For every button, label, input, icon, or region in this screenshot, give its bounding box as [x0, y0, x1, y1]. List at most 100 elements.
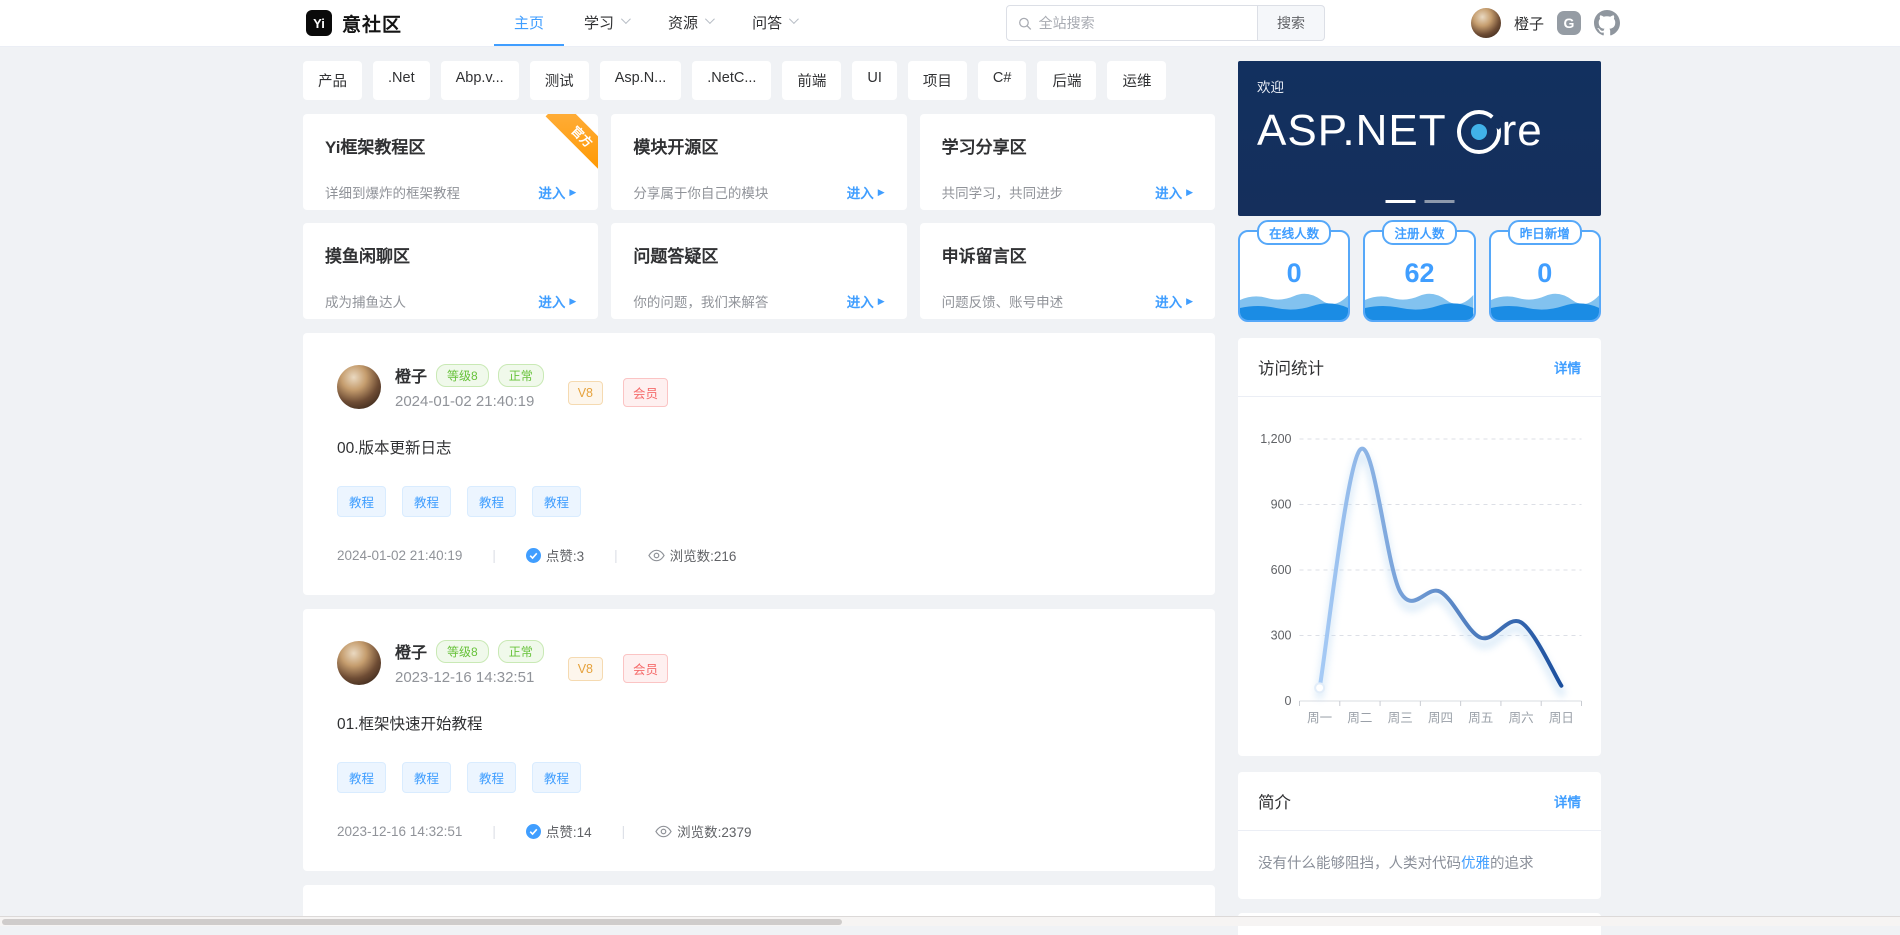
post-tag[interactable]: 教程 — [532, 486, 581, 517]
zone-enter-link[interactable]: 进入 ▶ — [847, 182, 885, 202]
intro-text-highlight[interactable]: 优雅 — [1461, 856, 1490, 872]
svg-text:周六: 周六 — [1509, 711, 1534, 725]
tag-chip[interactable]: 项目 — [908, 61, 967, 100]
nav-item-3[interactable]: 问答 — [732, 0, 816, 46]
zone-enter-link[interactable]: 进入 ▶ — [538, 291, 576, 311]
zone-title: 申诉留言区 — [942, 242, 1193, 267]
visit-stats-detail-link[interactable]: 详情 — [1554, 357, 1581, 377]
search-box[interactable] — [1006, 5, 1258, 41]
top-navbar: Yi 意社区 主页 学习 资源 问答 搜索 橙子 G — [0, 0, 1900, 47]
tag-chip[interactable]: 运维 — [1107, 61, 1166, 100]
svg-text:300: 300 — [1271, 629, 1292, 643]
svg-text:周二: 周二 — [1347, 711, 1372, 725]
tag-chip[interactable]: Abp.v... — [441, 61, 519, 100]
visit-stats-header: 访问统计 详情 — [1238, 338, 1601, 397]
tag-chip[interactable]: .NetC... — [692, 61, 771, 100]
intro-text-before: 没有什么能够阻挡，人类对代码 — [1258, 856, 1461, 872]
nav-item-1[interactable]: 学习 — [564, 0, 648, 46]
tag-chip[interactable]: C# — [978, 61, 1027, 100]
member-badge: 会员 — [623, 378, 668, 407]
post-tag[interactable]: 教程 — [467, 486, 516, 517]
banner-title-prefix: ASP.NET — [1257, 106, 1447, 156]
zone-title: 学习分享区 — [942, 133, 1193, 158]
github-icon[interactable] — [1594, 10, 1620, 36]
nav-item-2[interactable]: 资源 — [648, 0, 732, 46]
post-views: 浏览数:2379 — [677, 821, 751, 841]
zone-card[interactable]: 模块开源区 分享属于你自己的模块 进入 ▶ — [611, 114, 906, 210]
horizontal-scrollbar-thumb[interactable] — [2, 919, 842, 925]
tag-chip[interactable]: 后端 — [1037, 61, 1096, 100]
tag-chip[interactable]: Asp.N... — [600, 61, 682, 100]
zone-enter-label: 进入 — [538, 291, 565, 311]
carousel-dot-1[interactable] — [1385, 200, 1415, 203]
nav-item-0[interactable]: 主页 — [494, 0, 564, 46]
post-title[interactable]: 01.框架快速开始教程 — [337, 712, 1181, 734]
post-tag[interactable]: 教程 — [402, 486, 451, 517]
tag-chip[interactable]: 产品 — [303, 61, 362, 100]
zone-card[interactable]: 申诉留言区 问题反馈、账号申述 进入 ▶ — [920, 223, 1215, 319]
user-avatar[interactable] — [1471, 8, 1501, 38]
post-author-avatar[interactable] — [337, 641, 381, 685]
like-check-icon — [526, 824, 541, 839]
zone-description: 问题反馈、账号申述 — [942, 291, 1064, 311]
zone-enter-link[interactable]: 进入 ▶ — [538, 182, 576, 202]
stat-card: 昨日新增 0 — [1489, 230, 1601, 322]
zone-card[interactable]: 问题答疑区 你的问题，我们来解答 进入 ▶ — [611, 223, 906, 319]
gitee-icon[interactable]: G — [1557, 11, 1581, 35]
post-author-name[interactable]: 橙子 — [395, 639, 427, 663]
site-logo[interactable]: Yi 意社区 — [306, 0, 402, 46]
nav-item-label: 主页 — [514, 12, 544, 33]
post-datetime: 2023-12-16 14:32:51 — [395, 669, 544, 686]
zone-enter-link[interactable]: 进入 ▶ — [847, 291, 885, 311]
post-list: 橙子 等级8 正常 2024-01-02 21:40:19 V8 会员 00.版… — [303, 333, 1215, 871]
tag-chip[interactable]: UI — [852, 61, 897, 100]
intro-header: 简介 详情 — [1238, 772, 1601, 831]
views-eye-icon — [648, 549, 665, 562]
search-button[interactable]: 搜索 — [1258, 5, 1325, 41]
post-foot-date: 2024-01-02 21:40:19 — [337, 548, 462, 563]
post-tag[interactable]: 教程 — [337, 486, 386, 517]
post-author-avatar[interactable] — [337, 365, 381, 409]
post-card[interactable]: 橙子 等级8 正常 2024-01-02 21:40:19 V8 会员 00.版… — [303, 333, 1215, 595]
tag-chip[interactable]: 前端 — [782, 61, 841, 100]
svg-text:600: 600 — [1271, 563, 1292, 577]
tag-chip[interactable]: 测试 — [530, 61, 589, 100]
zone-description: 分享属于你自己的模块 — [633, 182, 768, 202]
user-area: 橙子 G — [1471, 0, 1620, 46]
stat-card: 在线人数 0 — [1238, 230, 1350, 322]
zone-description: 共同学习，共同进步 — [942, 182, 1064, 202]
welcome-banner[interactable]: 欢迎 ASP.NET re — [1238, 61, 1601, 216]
post-card[interactable]: 橙子 等级8 正常 2023-12-16 14:32:51 V8 会员 01.框… — [303, 609, 1215, 871]
post-tag[interactable]: 教程 — [467, 762, 516, 793]
stat-label: 昨日新增 — [1508, 220, 1582, 245]
zone-card[interactable]: 摸鱼闲聊区 成为捕鱼达人 进入 ▶ — [303, 223, 598, 319]
user-name[interactable]: 橙子 — [1514, 13, 1544, 34]
stat-label: 注册人数 — [1382, 220, 1456, 245]
intro-panel: 简介 详情 没有什么能够阻挡，人类对代码优雅的追求 — [1238, 772, 1601, 899]
like-check-icon — [526, 548, 541, 563]
search-icon — [1018, 16, 1032, 31]
zone-description: 你的问题，我们来解答 — [633, 291, 768, 311]
post-title[interactable]: 00.版本更新日志 — [337, 436, 1181, 458]
status-badge: 正常 — [498, 364, 544, 387]
intro-title: 简介 — [1258, 789, 1291, 813]
post-tag[interactable]: 教程 — [402, 762, 451, 793]
chevron-down-icon — [705, 14, 715, 24]
post-author-name[interactable]: 橙子 — [395, 363, 427, 387]
tag-chip[interactable]: .Net — [373, 61, 430, 100]
level-badge: 等级8 — [436, 640, 489, 663]
stat-value: 0 — [1491, 258, 1599, 289]
search-input[interactable] — [1039, 15, 1246, 31]
zone-enter-link[interactable]: 进入 ▶ — [1155, 182, 1193, 202]
zone-card[interactable]: 学习分享区 共同学习，共同进步 进入 ▶ — [920, 114, 1215, 210]
arrow-right-icon: ▶ — [569, 187, 576, 198]
zone-enter-link[interactable]: 进入 ▶ — [1155, 291, 1193, 311]
horizontal-scrollbar[interactable] — [0, 916, 1900, 926]
dotnet-core-icon — [1457, 110, 1501, 154]
stat-value: 62 — [1365, 258, 1473, 289]
carousel-dot-2[interactable] — [1424, 200, 1454, 203]
intro-detail-link[interactable]: 详情 — [1554, 791, 1581, 811]
zone-card[interactable]: Yi框架教程区 详细到爆炸的框架教程 进入 ▶ 官方 — [303, 114, 598, 210]
post-tag[interactable]: 教程 — [337, 762, 386, 793]
post-tag[interactable]: 教程 — [532, 762, 581, 793]
